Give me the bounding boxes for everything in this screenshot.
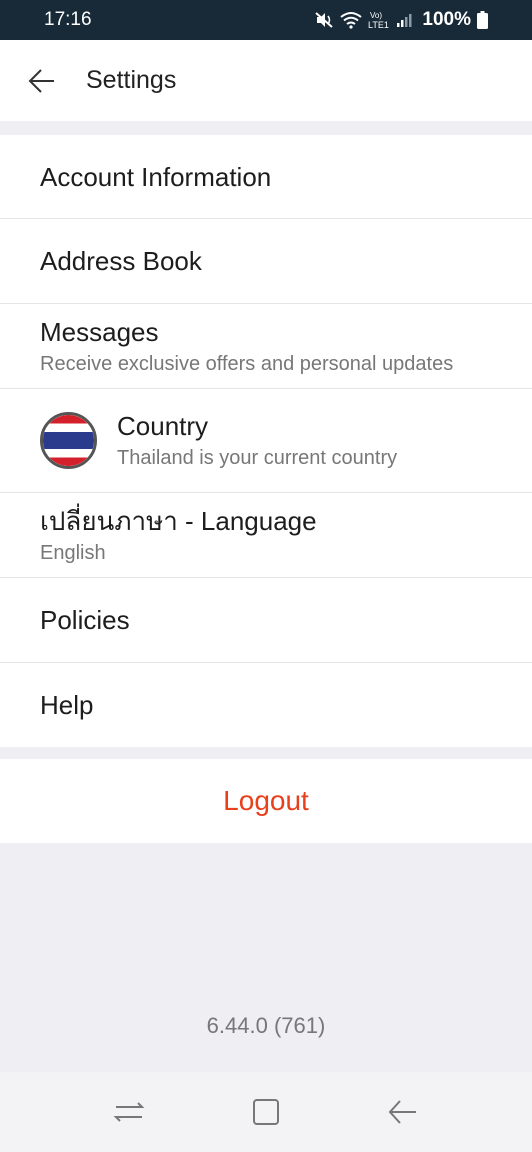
signal-icon [396, 12, 412, 28]
recent-apps-button[interactable] [104, 1087, 154, 1137]
logout-label: Logout [223, 785, 309, 816]
status-time: 17:16 [44, 9, 92, 30]
recent-apps-icon [113, 1102, 145, 1122]
system-nav-bar [0, 1072, 532, 1152]
menu-item-subtitle: Thailand is your current country [117, 447, 398, 469]
status-bar: 17:16 Vo) LTE1 100% [0, 0, 532, 40]
menu-item-language[interactable]: เปลี่ยนภาษา - Language English [0, 493, 532, 578]
battery-icon [477, 11, 488, 29]
battery-percent: 100% [422, 9, 471, 30]
system-back-button[interactable] [378, 1087, 428, 1137]
menu-item-subtitle: Receive exclusive offers and personal up… [40, 352, 454, 375]
menu-item-address-book[interactable]: Address Book [0, 219, 532, 304]
home-button[interactable] [241, 1087, 291, 1137]
menu-item-help[interactable]: Help [0, 663, 532, 747]
menu-item-messages[interactable]: Messages Receive exclusive offers and pe… [0, 304, 532, 389]
back-arrow-icon [388, 1100, 417, 1124]
menu-item-label: Messages [40, 316, 159, 347]
settings-menu: Account Information Address Book Message… [0, 135, 532, 747]
back-button[interactable] [22, 61, 62, 101]
wifi-icon [340, 11, 363, 29]
mute-icon [314, 11, 334, 29]
menu-item-label: Country [117, 411, 209, 441]
menu-item-policies[interactable]: Policies [0, 578, 532, 663]
menu-item-country[interactable]: Country Thailand is your current country [0, 389, 532, 493]
menu-item-label: Policies [40, 605, 130, 635]
page-title: Settings [86, 66, 177, 94]
logout-button[interactable]: Logout [0, 759, 532, 843]
menu-item-label: เปลี่ยนภาษา - Language [40, 505, 317, 536]
lte-icon: Vo) LTE1 [368, 10, 390, 30]
arrow-left-icon [28, 68, 54, 93]
menu-item-label: Account Information [40, 161, 272, 192]
menu-item-subtitle: English [40, 541, 106, 564]
thailand-flag-icon [40, 412, 97, 469]
menu-item-label: Address Book [40, 246, 202, 276]
app-version: 6.44.0 (761) [206, 1013, 326, 1038]
app-bar: Settings [0, 40, 532, 121]
menu-item-account-information[interactable]: Account Information [0, 135, 532, 219]
lte-top-text: Vo) [370, 11, 382, 20]
lte-text: LTE1 [368, 20, 389, 30]
home-square-icon [252, 1099, 279, 1125]
status-icons: Vo) LTE1 100% [314, 9, 488, 31]
menu-item-label: Help [40, 690, 94, 720]
